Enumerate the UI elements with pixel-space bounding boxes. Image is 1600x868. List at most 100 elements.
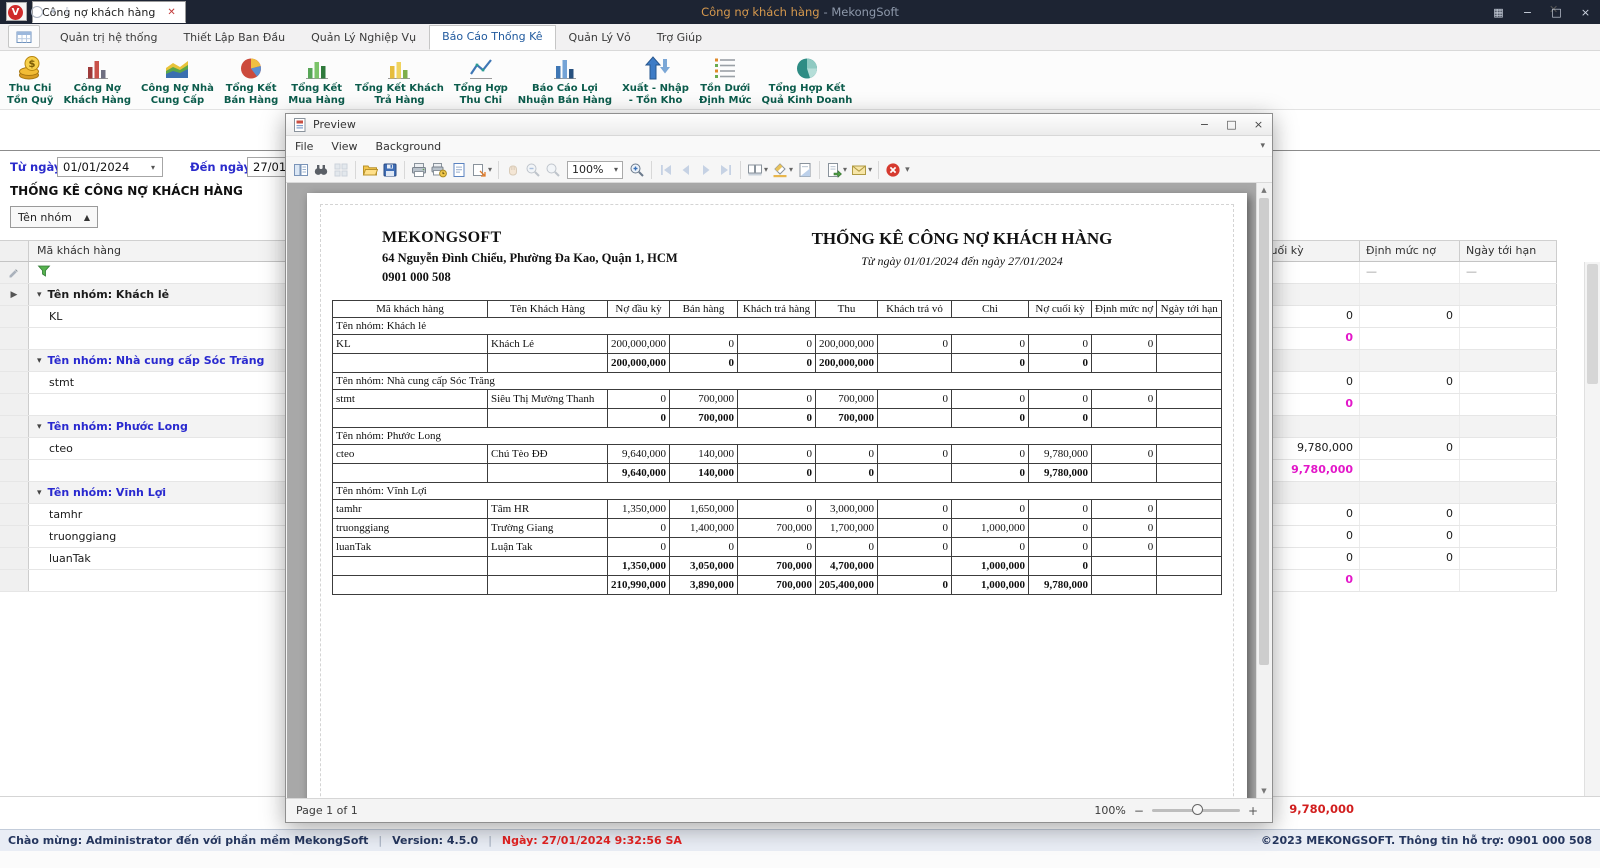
grid-cell[interactable] [1460, 284, 1557, 305]
quick-print-icon[interactable] [429, 159, 449, 181]
grid-cell[interactable]: 0 [1360, 438, 1460, 459]
grid-cell[interactable] [1360, 394, 1460, 415]
preview-scrollbar[interactable]: ▲ ▼ [1256, 183, 1271, 798]
prev-page-icon[interactable] [676, 159, 696, 181]
grid-cell[interactable] [1460, 570, 1557, 591]
grid-cell[interactable] [1360, 350, 1460, 371]
grid-cell[interactable] [1460, 548, 1557, 569]
grid-cell[interactable] [1360, 328, 1460, 349]
grid-cell[interactable]: — [1460, 262, 1557, 283]
grid-cell[interactable] [1360, 482, 1460, 503]
grid-cell[interactable]: 0 [1360, 372, 1460, 393]
print-icon[interactable] [409, 159, 429, 181]
preview-titlebar[interactable]: Preview − □ × [286, 114, 1272, 136]
watermark-icon[interactable] [795, 159, 815, 181]
multiple-pages-icon[interactable]: ▾ [745, 159, 770, 181]
grid-cell[interactable] [1460, 394, 1557, 415]
toolbar-button-bar-blue[interactable]: Báo Cáo LợiNhuận Bán Hàng [513, 51, 617, 109]
from-date-dropdown-icon[interactable]: ▾ [151, 163, 155, 172]
zoom-out-icon[interactable] [523, 159, 543, 181]
toolbar-button-bar-yellow[interactable]: Tổng Kết KháchTrả Hàng [350, 51, 449, 109]
grid-cell[interactable] [1460, 504, 1557, 525]
open-file-icon[interactable] [360, 159, 380, 181]
chevron-down-icon[interactable]: ▾ [51, 7, 56, 17]
group-by-button[interactable]: Tên nhóm ▲ [10, 206, 98, 228]
menu-view[interactable]: View [322, 138, 366, 155]
collapse-icon[interactable]: ▾ [37, 488, 42, 498]
preview-maximize-button[interactable]: □ [1218, 114, 1245, 135]
last-page-icon[interactable] [716, 159, 736, 181]
zoom-slider[interactable] [1152, 809, 1240, 812]
tab-close-icon[interactable]: ✕ [167, 7, 175, 18]
preview-close-button[interactable]: × [1245, 114, 1272, 135]
first-page-icon[interactable] [656, 159, 676, 181]
close-preview-icon[interactable] [883, 159, 903, 181]
toolbar-button-bar-green[interactable]: Tổng KếtMua Hàng [283, 51, 350, 109]
export-icon[interactable]: ▾ [824, 159, 849, 181]
ribbon-tab-2[interactable]: Quản Lý Nghiệp Vụ [298, 26, 429, 50]
grid-cell[interactable]: 0 [1360, 548, 1460, 569]
grid-cell[interactable] [1360, 460, 1460, 481]
pin-icon[interactable]: ⇩ [64, 7, 72, 17]
column-header-2[interactable]: Định mức nợ [1360, 241, 1460, 261]
scale-icon[interactable]: ▾ [469, 159, 494, 181]
collapse-icon[interactable]: ▾ [37, 290, 42, 300]
toolbar-button-pie-teal[interactable]: Tổng Hợp KếtQuả Kinh Doanh [757, 51, 858, 109]
grid-cell[interactable] [1360, 416, 1460, 437]
grid-cell[interactable]: — [1360, 262, 1460, 283]
preview-scrollbar-thumb[interactable] [1259, 198, 1269, 665]
toolbar-button-pie-red[interactable]: Tổng KếtBán Hàng [219, 51, 283, 109]
main-scrollbar[interactable] [1584, 262, 1600, 796]
zoom-out-button[interactable]: − [1134, 804, 1144, 818]
grid-cell[interactable]: 0 [1360, 504, 1460, 525]
page-setup-icon[interactable] [449, 159, 469, 181]
zoom-slider-handle[interactable] [1192, 804, 1203, 815]
save-file-icon[interactable] [380, 159, 400, 181]
minimize-button[interactable]: − [1513, 0, 1542, 24]
filter-icon[interactable] [37, 264, 51, 281]
hand-tool-icon[interactable] [503, 159, 523, 181]
ribbon-tab-1[interactable]: Thiết Lập Ban Đầu [170, 26, 298, 50]
menu-file[interactable]: File [286, 138, 322, 155]
column-header-3[interactable]: Ngày tới hạn [1460, 241, 1557, 261]
page-color-icon[interactable]: ▾ [770, 159, 795, 181]
scroll-down-icon[interactable]: ▼ [1257, 784, 1271, 798]
ribbon-tab-4[interactable]: Quản Lý Vỏ [556, 26, 644, 50]
maximize-button[interactable]: □ [1542, 0, 1571, 24]
next-page-icon[interactable] [696, 159, 716, 181]
menu-background[interactable]: Background [367, 138, 451, 155]
grid-cell[interactable]: 0 [1360, 526, 1460, 547]
zoom-in-icon[interactable] [627, 159, 647, 181]
toolbar-button-arrows[interactable]: Xuất - Nhập- Tồn Kho [617, 51, 694, 109]
zoom-in-button[interactable]: + [1248, 804, 1258, 818]
collapse-icon[interactable]: ▾ [37, 356, 42, 366]
thumbnails-icon[interactable] [331, 159, 351, 181]
magnifier-icon[interactable] [543, 159, 563, 181]
grid-cell[interactable] [1360, 284, 1460, 305]
layout-icon[interactable]: ▦ [1484, 0, 1513, 24]
grid-cell[interactable] [1460, 482, 1557, 503]
toolbar-button-coins[interactable]: $Thu ChiTồn Quỹ [2, 51, 58, 109]
find-icon[interactable] [311, 159, 331, 181]
grid-cell[interactable] [1460, 460, 1557, 481]
overflow-icon[interactable]: ▾ [903, 159, 912, 181]
ribbon-tab-3[interactable]: Báo Cáo Thống Kê [429, 25, 555, 50]
document-map-icon[interactable] [291, 159, 311, 181]
toolbar-button-area-chart[interactable]: Công Nợ NhàCung Cấp [136, 51, 219, 109]
grid-cell[interactable] [1460, 328, 1557, 349]
grid-cell[interactable] [1460, 306, 1557, 327]
ribbon-tab-5[interactable]: Trợ Giúp [644, 26, 715, 50]
send-icon[interactable]: ▾ [849, 159, 874, 181]
grid-cell[interactable] [1460, 350, 1557, 371]
grid-cell[interactable] [1460, 526, 1557, 547]
zoom-combo[interactable]: 100%▾ [567, 161, 623, 179]
grid-cell[interactable] [1460, 372, 1557, 393]
chevron-down-icon[interactable]: ▾ [1260, 141, 1265, 151]
toolbar-button-line-chart[interactable]: Tổng HợpThu Chi [449, 51, 513, 109]
app-menu-button[interactable] [8, 25, 40, 48]
scroll-up-icon[interactable]: ▲ [1257, 183, 1271, 197]
from-date-input[interactable] [57, 157, 163, 177]
ribbon-tab-0[interactable]: Quản trị hệ thống [47, 26, 170, 50]
collapse-icon[interactable]: ▾ [37, 422, 42, 432]
toolbar-button-list-chart[interactable]: Tồn DướiĐịnh Mức [694, 51, 757, 109]
